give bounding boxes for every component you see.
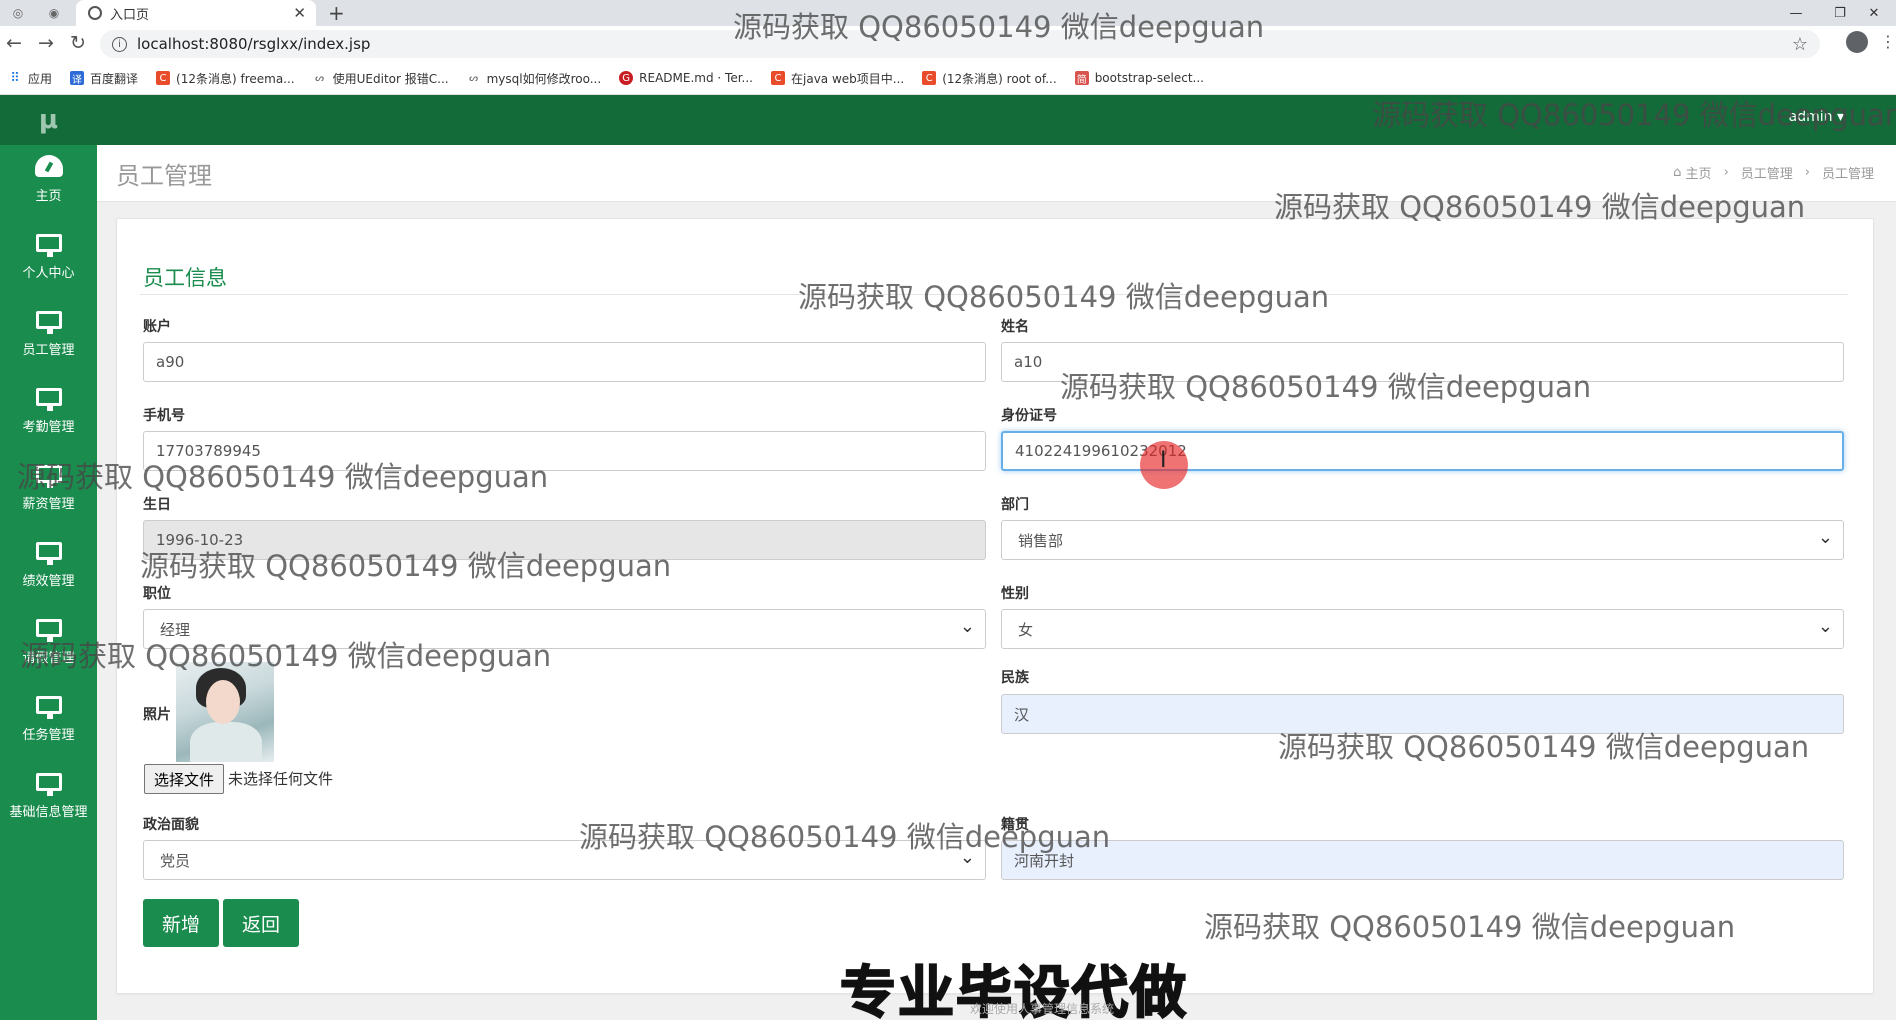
add-button[interactable]: 新增 [143,899,219,947]
new-tab-icon[interactable]: + [328,1,345,25]
ueditor-icon: ᔕ [315,72,325,84]
apps-grid-icon: ⠿ [10,70,20,86]
watermark: 源码获取 QQ86050149 微信deepguan [20,639,552,673]
translate-icon: 译 [70,71,85,86]
account-avatar[interactable] [1846,31,1868,53]
monitor-icon [35,388,62,411]
phone-label: 手机号 [143,408,185,424]
watermark: 源码获取 QQ86050149 微信deepguan [1060,370,1592,404]
monitor-icon [35,773,62,796]
monitor-icon [35,311,62,334]
tab-title: 入口页 [110,7,150,23]
active-tab[interactable]: 入口页 ✕ [76,0,316,26]
watermark: 源码获取 QQ86050149 微信deepguan [579,820,1111,854]
sidebar-item-employees[interactable]: 员工管理 [0,299,97,375]
idcard-input[interactable]: 410224199610232012 [1001,431,1844,471]
bookmark-item[interactable]: C (12条消息) freema... [156,70,295,87]
reload-icon[interactable]: ↻ [70,32,86,54]
watermark: 源码获取 QQ86050149 微信deepguan [1204,910,1736,944]
bookmark-item[interactable]: ᔕ 使用UEditor 报错C... [313,70,448,87]
bookmark-item[interactable]: 译 百度翻译 [70,70,138,87]
back-icon[interactable]: ← [6,32,22,54]
menu-kebab-icon[interactable]: ⋮ [1880,32,1896,51]
bookmark-item[interactable]: ⠿ 应用 [8,70,52,87]
dashboard-icon [34,155,63,177]
home-icon: ⌂ [1673,165,1686,180]
ethnicity-label: 民族 [1001,670,1029,686]
bookmark-star-icon[interactable]: ☆ [1792,34,1808,55]
watermark: 源码获取 QQ86050149 微信deepguan [1278,730,1810,764]
text-cursor-icon: I [1160,448,1167,473]
breadcrumb-home[interactable]: 主页 [1686,163,1712,182]
gender-label: 性别 [1001,586,1029,602]
name-label: 姓名 [1001,319,1029,335]
politics-label: 政治面貌 [143,817,199,833]
position-label: 职位 [143,586,171,602]
gitee-icon: G [619,71,634,85]
forward-icon[interactable]: → [38,32,54,54]
chevron-right-icon: › [1723,165,1729,180]
close-tab-icon[interactable]: ✕ [293,4,306,22]
department-label: 部门 [1001,497,1029,513]
monitor-icon [35,542,62,565]
page-title: 员工管理 [116,162,212,190]
csdn-icon: C [922,71,937,85]
breadcrumb-section[interactable]: 员工管理 [1741,163,1793,182]
breadcrumb-current: 员工管理 [1821,167,1874,182]
watermark: 源码获取 QQ86050149 微信deepguan [733,10,1265,44]
app-logo[interactable]: μ [0,95,97,145]
sidebar-item-tasks[interactable]: 任务管理 [0,684,97,760]
choose-file-button[interactable]: 选择文件 [144,764,224,794]
sidebar-item-profile[interactable]: 个人中心 [0,222,97,298]
footer-text: 欢迎使用人事管理信息系统 [970,1002,1115,1016]
department-select[interactable]: 销售部 [1001,520,1844,560]
monitor-icon [35,234,62,257]
photo-label: 照片 [143,707,171,723]
watermark: 源码获取 QQ86050149 微信deepguan [798,280,1330,314]
csdn-icon: C [771,71,785,85]
chrome-tab-icon[interactable]: ◉ [44,4,64,22]
gender-select[interactable]: 女 [1001,609,1844,649]
bookmark-item[interactable]: C 在java web项目中... [771,70,904,87]
chevron-right-icon: › [1804,165,1810,180]
bookmark-item[interactable]: 简 bootstrap-select... [1074,71,1204,86]
breadcrumb: ⌂ 主页 › 员工管理 › 员工管理 [1673,163,1874,182]
birthday-label: 生日 [143,497,171,513]
file-status-text: 未选择任何文件 [228,770,334,788]
csdn-icon: C [156,71,171,85]
url-text: localhost:8080/rsglxx/index.jsp [137,35,371,53]
sidebar-item-home[interactable]: 主页 [0,145,97,221]
account-input[interactable]: a90 [143,342,986,382]
sidebar-item-basic-info[interactable]: 基础信息管理 [0,761,97,837]
sidebar-item-attendance[interactable]: 考勤管理 [0,376,97,452]
pinned-tab-icon[interactable]: ◎ [8,4,28,22]
employee-photo [176,662,274,762]
back-button[interactable]: 返回 [223,899,299,947]
section-title: 员工信息 [143,266,227,290]
info-icon[interactable]: i [112,36,127,52]
watermark: 源码获取 QQ86050149 微信deepguan [1274,190,1806,224]
mysql-icon: ᔕ [469,72,479,84]
sidebar: 主页 个人中心 员工管理 考勤管理 薪资管理 绩效管理 请假管理 任务管理 基础… [0,145,97,1020]
bookmark-item[interactable]: C (12条消息) root of... [922,70,1057,87]
bookmarks-bar: ⠿ 应用 译 百度翻译 C (12条消息) freema... ᔕ 使用UEdi… [0,62,1896,95]
idcard-label: 身份证号 [1001,408,1057,424]
monitor-icon [35,696,62,719]
watermark: 源码获取 QQ86050149 微信deepguan [140,549,672,583]
jianshu-icon: 简 [1074,71,1089,86]
minimize-icon[interactable]: — [1774,0,1818,26]
sidebar-item-performance[interactable]: 绩效管理 [0,530,97,606]
bookmark-item[interactable]: G README.md · Ter... [619,71,753,85]
watermark: 源码获取 QQ86050149 微信deepguan [17,460,549,494]
hometown-input[interactable]: 河南开封 [1001,840,1844,880]
globe-icon [88,6,102,20]
watermark: 源码获取 QQ86050149 微信deepguan [1372,98,1896,132]
bookmark-item[interactable]: ᔕ mysql如何修改roo... [467,70,601,87]
account-label: 账户 [143,319,171,335]
close-window-icon[interactable]: ✕ [1852,0,1896,26]
